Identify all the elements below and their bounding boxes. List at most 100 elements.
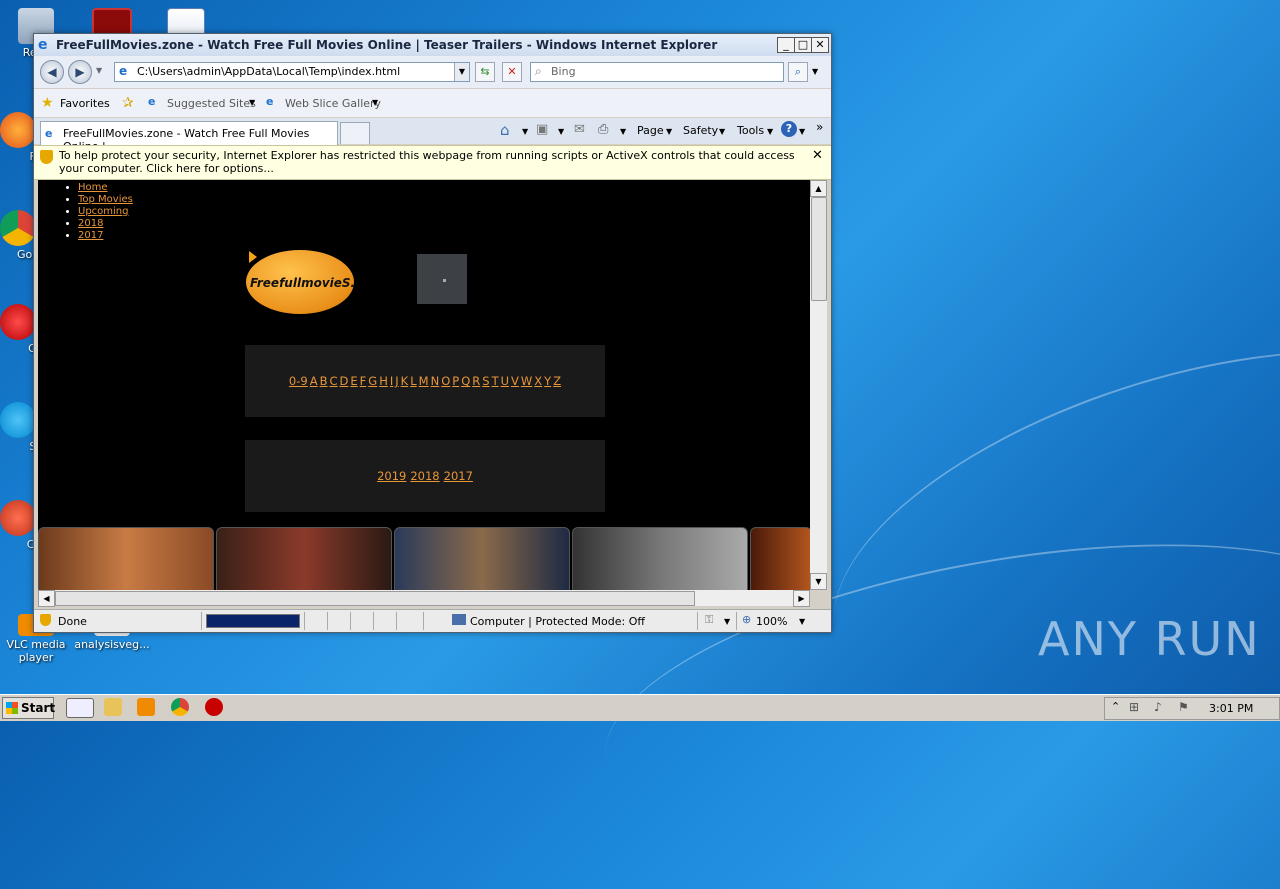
page-menu[interactable]: Page [637, 124, 664, 137]
clock[interactable]: 3:01 PM [1209, 702, 1253, 715]
print-dropdown[interactable]: ▼ [620, 127, 626, 136]
alphabet-link[interactable]: N [431, 374, 440, 388]
alphabet-link[interactable]: F [360, 374, 367, 388]
site-logo[interactable]: FreefullmovieS. [246, 250, 355, 314]
horizontal-scroll-thumb[interactable] [55, 591, 695, 606]
protected-mode-dropdown[interactable]: ▼ [724, 617, 730, 626]
alphabet-link[interactable]: O [441, 374, 450, 388]
year-link[interactable]: 2018 [410, 469, 439, 483]
alphabet-link[interactable]: G [368, 374, 377, 388]
alphabet-link[interactable]: I [390, 374, 393, 388]
ie-taskbar-icon[interactable] [66, 698, 94, 718]
feeds-dropdown[interactable]: ▼ [558, 127, 564, 136]
ie-window[interactable]: e FreeFullMovies.zone - Watch Free Full … [33, 33, 832, 633]
safety-dropdown[interactable]: ▼ [719, 127, 725, 136]
explorer-taskbar-icon[interactable] [104, 698, 122, 716]
infobar-close-icon[interactable]: ✕ [812, 148, 823, 163]
nav-link-home[interactable]: Home [78, 182, 108, 193]
movie-poster[interactable] [750, 527, 810, 590]
alphabet-link[interactable]: K [401, 374, 409, 388]
movie-poster[interactable] [394, 527, 570, 590]
alphabet-link[interactable]: P [452, 374, 459, 388]
search-box[interactable]: ⌕ Bing [530, 62, 784, 82]
alphabet-link[interactable]: E [350, 374, 357, 388]
alphabet-link[interactable]: H [379, 374, 388, 388]
suggested-sites-link[interactable]: Suggested Sites [167, 97, 256, 110]
alphabet-link[interactable]: M [419, 374, 429, 388]
address-bar[interactable]: e C:\Users\admin\AppData\Local\Temp\inde… [114, 62, 470, 82]
zoom-icon[interactable]: ⊕ [742, 613, 751, 626]
alphabet-link[interactable]: V [511, 374, 519, 388]
year-link[interactable]: 2019 [377, 469, 406, 483]
mail-icon[interactable]: ✉ [574, 122, 585, 137]
vertical-scrollbar[interactable]: ▲ ▼ [810, 180, 827, 590]
nav-link-top-movies[interactable]: Top Movies [78, 194, 133, 205]
search-options-dropdown[interactable]: ▼ [812, 67, 818, 76]
home-icon[interactable]: ⌂ [500, 121, 510, 139]
home-dropdown[interactable]: ▼ [522, 127, 528, 136]
more-commands-icon[interactable]: » [816, 120, 823, 134]
alphabet-link[interactable]: 0-9 [289, 374, 308, 388]
alphabet-link[interactable]: J [395, 374, 398, 388]
web-slice-dropdown[interactable]: ▼ [372, 98, 378, 107]
feeds-icon[interactable]: ▣ [536, 122, 548, 137]
horizontal-scrollbar[interactable]: ◀ ▶ [38, 590, 810, 607]
nav-link-2017[interactable]: 2017 [78, 230, 103, 241]
network-icon[interactable]: ⊞ [1129, 700, 1139, 714]
alphabet-link[interactable]: U [501, 374, 509, 388]
tools-dropdown[interactable]: ▼ [767, 127, 773, 136]
scroll-down-arrow[interactable]: ▼ [810, 573, 827, 590]
tray-expand-icon[interactable]: ⌃ [1111, 700, 1120, 713]
volume-icon[interactable]: ♪ [1154, 700, 1162, 714]
alphabet-link[interactable]: Z [553, 374, 561, 388]
zoom-dropdown[interactable]: ▼ [799, 617, 805, 626]
movie-poster[interactable] [216, 527, 392, 590]
alphabet-link[interactable]: R [472, 374, 480, 388]
web-slice-gallery-link[interactable]: Web Slice Gallery [285, 97, 381, 110]
alphabet-link[interactable]: T [492, 374, 499, 388]
alphabet-link[interactable]: D [340, 374, 349, 388]
alphabet-link[interactable]: A [310, 374, 318, 388]
page-dropdown[interactable]: ▼ [666, 127, 672, 136]
alphabet-link[interactable]: S [482, 374, 489, 388]
alphabet-link[interactable]: B [320, 374, 328, 388]
protected-mode-icon[interactable]: ⚿ [705, 613, 713, 627]
forward-button[interactable]: ▶ [68, 60, 92, 84]
alphabet-link[interactable]: X [534, 374, 542, 388]
vertical-scroll-thumb[interactable] [811, 197, 827, 301]
scroll-up-arrow[interactable]: ▲ [810, 180, 827, 197]
alphabet-link[interactable]: Y [544, 374, 551, 388]
search-button[interactable]: ⌕ [788, 62, 808, 82]
minimize-button[interactable]: _ [777, 37, 795, 53]
media-player-taskbar-icon[interactable] [137, 698, 155, 716]
title-bar[interactable]: e FreeFullMovies.zone - Watch Free Full … [34, 34, 831, 56]
movie-poster[interactable] [572, 527, 748, 590]
close-button[interactable]: ✕ [811, 37, 829, 53]
year-link[interactable]: 2017 [444, 469, 473, 483]
maximize-button[interactable]: □ [794, 37, 812, 53]
suggested-dropdown[interactable]: ▼ [249, 98, 255, 107]
print-icon[interactable]: ⎙ [598, 122, 608, 137]
alphabet-link[interactable]: L [410, 374, 416, 388]
start-button[interactable]: Start [2, 697, 55, 719]
alphabet-link[interactable]: C [329, 374, 337, 388]
favorites-button[interactable]: Favorites [60, 97, 110, 110]
nav-link-upcoming[interactable]: Upcoming [78, 206, 129, 217]
opera-taskbar-icon[interactable] [205, 698, 223, 716]
nav-link-2018[interactable]: 2018 [78, 218, 103, 229]
stop-button[interactable]: ✕ [502, 62, 522, 82]
alphabet-link[interactable]: Q [461, 374, 470, 388]
refresh-button[interactable]: ⇆ [475, 62, 495, 82]
add-favorites-icon[interactable]: ✰ [122, 95, 134, 111]
security-infobar[interactable]: To help protect your security, Internet … [34, 145, 831, 180]
chrome-taskbar-icon[interactable] [171, 698, 189, 716]
movie-poster[interactable] [38, 527, 214, 590]
safety-menu[interactable]: Safety [683, 124, 718, 137]
back-button[interactable]: ◀ [40, 60, 64, 84]
new-tab-button[interactable] [340, 122, 370, 144]
zoom-level[interactable]: 100% [756, 615, 787, 628]
tools-menu[interactable]: Tools [737, 124, 764, 137]
action-center-flag-icon[interactable]: ⚑ [1178, 700, 1189, 714]
recent-pages-dropdown[interactable]: ▼ [96, 66, 102, 75]
scroll-right-arrow[interactable]: ▶ [793, 590, 810, 607]
